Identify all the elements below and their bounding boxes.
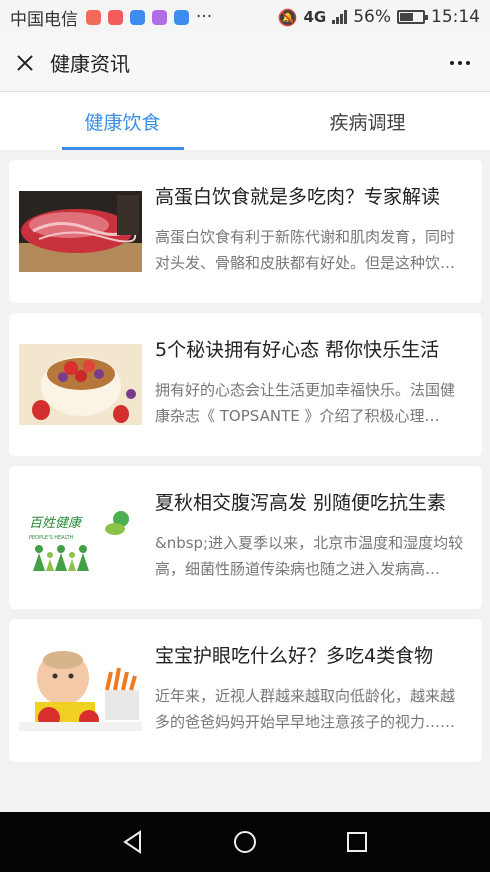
article-title: 夏秋相交腹泻高发 别随便吃抗生素 <box>155 492 447 514</box>
notification-icons: ··· <box>86 7 212 27</box>
tab-healthy-diet[interactable]: 健康饮食 <box>0 92 245 150</box>
clock: 15:14 <box>431 7 480 27</box>
article-summary: 高蛋白饮食有利于新陈代谢和肌肉发育，同时对头发、骨骼和皮肤都有好处。但是这种饮食… <box>155 228 456 272</box>
article-card[interactable]: 百姓健康 PEOPLE'S HEALTH 夏秋相交腹泻高发 别随便吃抗生素 &n… <box>9 466 482 609</box>
more-notifications-icon: ··· <box>196 7 213 27</box>
article-title: 5个秘诀拥有好心态 帮你快乐生活 <box>155 339 440 361</box>
article-summary: &nbsp;进入夏季以来，北京市温度和湿度均较高，细菌性肠道传染病也随之进入发病… <box>155 534 464 578</box>
status-bar: 中国电信 ··· 🔕 4G 56% 15:14 <box>0 0 490 34</box>
app-notification-icon <box>108 9 123 25</box>
carrier-name: 中国电信 <box>10 9 78 30</box>
article-title: 宝宝护眼吃什么好？多吃4类食物 <box>155 645 434 667</box>
article-card[interactable]: 宝宝护眼吃什么好？多吃4类食物 近年来，近视人群越来越取向低龄化，越来越多的爸爸… <box>9 619 482 762</box>
battery-icon <box>397 10 428 24</box>
signal-icon <box>332 10 348 24</box>
network-type: 4G <box>303 8 327 26</box>
logo-text: 百姓健康 <box>29 515 83 531</box>
fruit-bowl-image <box>19 344 142 425</box>
article-summary: 拥有好的心态会让生活更加幸福快乐。法国健康杂志《 TOPSANTE 》介绍了积极… <box>155 381 456 425</box>
logo-subtext: PEOPLE'S HEALTH <box>29 535 74 541</box>
gallery-notification-icon <box>152 9 167 25</box>
chat-notification-icon <box>130 9 145 25</box>
article-title: 高蛋白饮食就是多吃肉？专家解读 <box>155 186 441 208</box>
article-card[interactable]: 高蛋白饮食就是多吃肉？专家解读 高蛋白饮食有利于新陈代谢和肌肉发育，同时对头发、… <box>9 160 482 303</box>
home-icon[interactable] <box>225 822 265 862</box>
app-notification-icon <box>174 9 189 25</box>
battery-percent: 56% <box>353 7 391 27</box>
title-bar: 健康资讯 <box>0 34 490 92</box>
recent-apps-icon[interactable] <box>337 822 377 862</box>
raw-meat-image <box>19 191 142 272</box>
close-icon[interactable] <box>12 50 38 76</box>
baby-with-fruit-image <box>19 650 142 731</box>
more-options-icon[interactable] <box>442 53 478 73</box>
back-icon[interactable] <box>113 822 153 862</box>
tab-disease-care[interactable]: 疾病调理 <box>245 92 490 150</box>
system-nav-bar <box>0 812 490 872</box>
page-title: 健康资讯 <box>50 52 130 76</box>
app-notification-icon <box>86 9 101 25</box>
peoples-health-logo: 百姓健康 PEOPLE'S HEALTH <box>19 497 142 578</box>
article-list: 高蛋白饮食就是多吃肉？专家解读 高蛋白饮食有利于新陈代谢和肌肉发育，同时对头发、… <box>9 160 482 772</box>
mute-icon: 🔕 <box>277 7 298 27</box>
article-summary: 近年来，近视人群越来越取向低龄化，越来越多的爸爸妈妈开始早早地注意孩子的视力…… <box>155 687 456 731</box>
article-card[interactable]: 5个秘诀拥有好心态 帮你快乐生活 拥有好的心态会让生活更加幸福快乐。法国健康杂志… <box>9 313 482 456</box>
tab-bar: 健康饮食 疾病调理 <box>0 92 490 150</box>
